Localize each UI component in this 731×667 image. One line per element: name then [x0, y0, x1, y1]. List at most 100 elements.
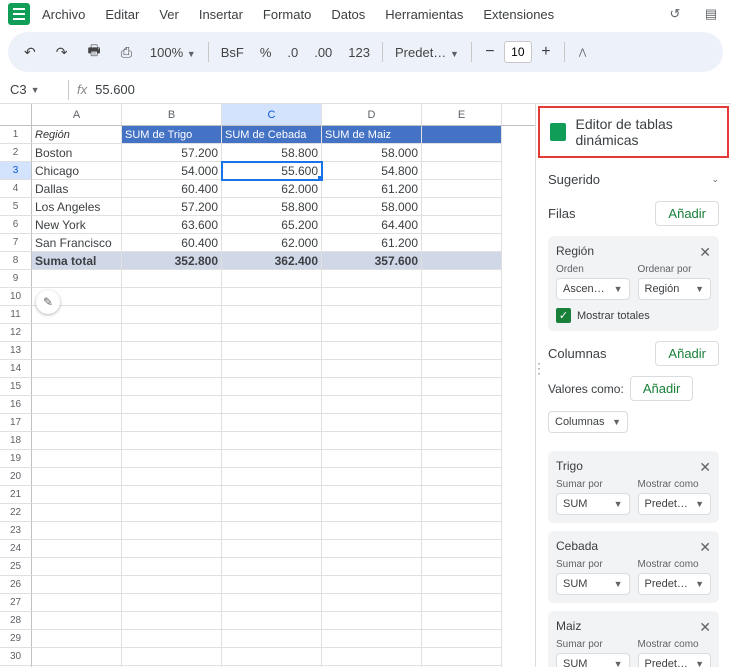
- menu-editar[interactable]: Editar: [97, 3, 147, 26]
- cell[interactable]: [222, 324, 322, 342]
- cell[interactable]: [422, 504, 502, 522]
- menu-datos[interactable]: Datos: [323, 3, 373, 26]
- close-icon[interactable]: ✕: [699, 619, 711, 636]
- row-header[interactable]: 10: [0, 288, 32, 306]
- row-header[interactable]: 21: [0, 486, 32, 504]
- cell[interactable]: [122, 450, 222, 468]
- cell[interactable]: [422, 288, 502, 306]
- row-header[interactable]: 29: [0, 630, 32, 648]
- name-box[interactable]: C3 ▼: [10, 82, 60, 97]
- row-header[interactable]: 26: [0, 576, 32, 594]
- cell[interactable]: [32, 450, 122, 468]
- percent-btn[interactable]: %: [256, 45, 276, 60]
- dec-decrease-btn[interactable]: .0: [283, 45, 302, 60]
- cell[interactable]: [32, 486, 122, 504]
- cell[interactable]: [422, 396, 502, 414]
- cell[interactable]: [122, 306, 222, 324]
- show-as-select[interactable]: Predet…▼: [638, 573, 712, 595]
- cell[interactable]: 54.000: [122, 162, 222, 180]
- row-header[interactable]: 1: [0, 126, 32, 144]
- cell[interactable]: [322, 396, 422, 414]
- summarize-by-select[interactable]: SUM▼: [556, 573, 630, 595]
- cell[interactable]: [32, 360, 122, 378]
- cell[interactable]: [422, 324, 502, 342]
- cell[interactable]: [322, 630, 422, 648]
- row-header[interactable]: 7: [0, 234, 32, 252]
- add-rows-button[interactable]: Añadir: [655, 201, 719, 226]
- add-values-button[interactable]: Añadir: [630, 376, 694, 401]
- cell[interactable]: 58.800: [222, 144, 322, 162]
- col-header-b[interactable]: B: [122, 104, 222, 125]
- cell[interactable]: [322, 324, 422, 342]
- cell[interactable]: [422, 630, 502, 648]
- print-icon[interactable]: 🖶: [81, 36, 106, 68]
- cell[interactable]: Boston: [32, 144, 122, 162]
- order-select[interactable]: Ascen…▼: [556, 278, 630, 300]
- cell[interactable]: [422, 522, 502, 540]
- cell[interactable]: [322, 378, 422, 396]
- cell[interactable]: [222, 558, 322, 576]
- row-header[interactable]: 6: [0, 216, 32, 234]
- cell[interactable]: [32, 378, 122, 396]
- cell[interactable]: SUM de Maiz: [322, 126, 422, 144]
- cell[interactable]: [122, 378, 222, 396]
- row-header[interactable]: 23: [0, 522, 32, 540]
- cell[interactable]: 64.400: [322, 216, 422, 234]
- cell[interactable]: [322, 468, 422, 486]
- font-select[interactable]: Predet… ▼: [391, 45, 463, 60]
- cell[interactable]: [322, 360, 422, 378]
- cell[interactable]: [222, 522, 322, 540]
- cell[interactable]: [422, 234, 502, 252]
- cell[interactable]: [32, 522, 122, 540]
- cell[interactable]: [222, 468, 322, 486]
- cell[interactable]: 60.400: [122, 234, 222, 252]
- summarize-by-select[interactable]: SUM▼: [556, 653, 630, 667]
- currency-btn[interactable]: BsF: [217, 45, 248, 60]
- cell[interactable]: 55.600: [222, 162, 322, 180]
- cell[interactable]: [122, 648, 222, 666]
- cell[interactable]: [222, 612, 322, 630]
- cell[interactable]: [122, 342, 222, 360]
- cell[interactable]: [322, 414, 422, 432]
- cell[interactable]: [32, 324, 122, 342]
- cell[interactable]: [222, 540, 322, 558]
- cell[interactable]: [422, 468, 502, 486]
- cell[interactable]: 58.800: [222, 198, 322, 216]
- cell[interactable]: [422, 252, 502, 270]
- row-header[interactable]: 13: [0, 342, 32, 360]
- cell[interactable]: [32, 558, 122, 576]
- number-format-btn[interactable]: 123: [344, 45, 374, 60]
- cell[interactable]: 357.600: [322, 252, 422, 270]
- cell[interactable]: [422, 558, 502, 576]
- dec-increase-btn[interactable]: .00: [310, 45, 336, 60]
- cell[interactable]: Los Angeles: [32, 198, 122, 216]
- cell[interactable]: 57.200: [122, 144, 222, 162]
- col-header-d[interactable]: D: [322, 104, 422, 125]
- cell[interactable]: [122, 288, 222, 306]
- cell[interactable]: [32, 612, 122, 630]
- formula-bar[interactable]: 55.600: [95, 82, 135, 97]
- cell[interactable]: [422, 180, 502, 198]
- menu-insertar[interactable]: Insertar: [191, 3, 251, 26]
- cell[interactable]: [222, 360, 322, 378]
- row-header[interactable]: 18: [0, 432, 32, 450]
- cell[interactable]: [32, 414, 122, 432]
- cell[interactable]: [122, 576, 222, 594]
- row-header[interactable]: 8: [0, 252, 32, 270]
- cell[interactable]: San Francisco: [32, 234, 122, 252]
- cell[interactable]: 57.200: [122, 198, 222, 216]
- cell[interactable]: [322, 594, 422, 612]
- cell[interactable]: [322, 432, 422, 450]
- cell[interactable]: [122, 414, 222, 432]
- cell[interactable]: [322, 450, 422, 468]
- cell[interactable]: [322, 270, 422, 288]
- show-as-select[interactable]: Predet…▼: [638, 653, 712, 667]
- cell[interactable]: Chicago: [32, 162, 122, 180]
- cell[interactable]: [422, 144, 502, 162]
- cell[interactable]: [222, 450, 322, 468]
- menu-formato[interactable]: Formato: [255, 3, 319, 26]
- cell[interactable]: [222, 270, 322, 288]
- cell[interactable]: [322, 342, 422, 360]
- cell[interactable]: [422, 342, 502, 360]
- cell[interactable]: [422, 162, 502, 180]
